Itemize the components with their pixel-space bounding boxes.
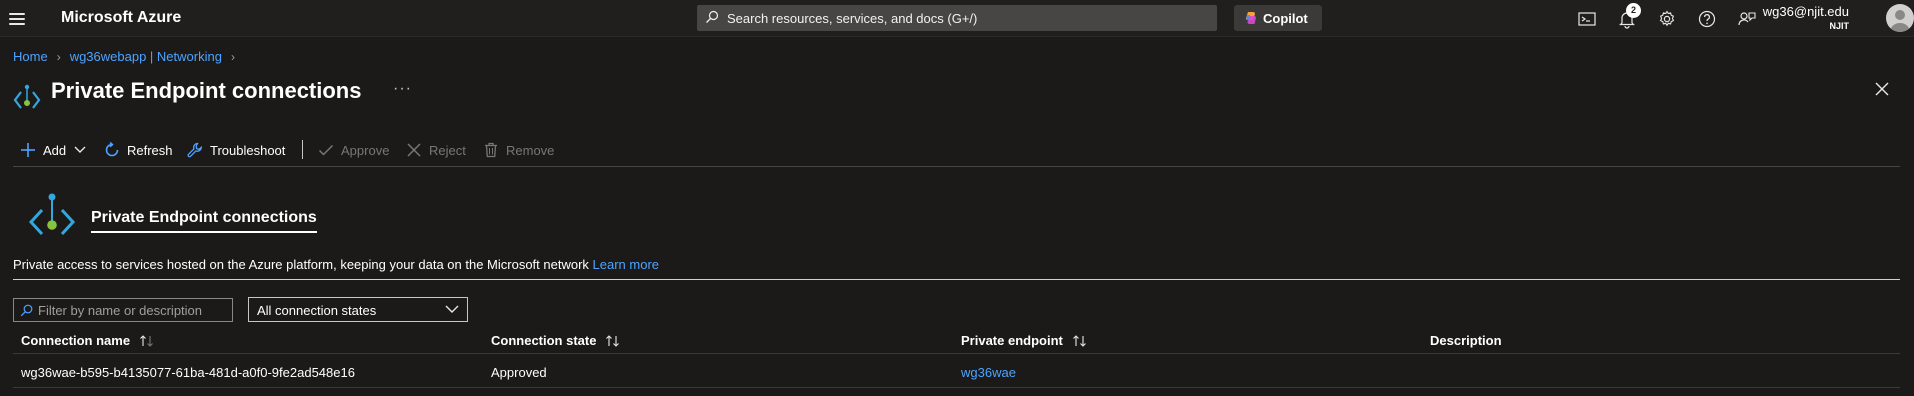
- copilot-button[interactable]: Copilot: [1234, 5, 1322, 31]
- account-menu[interactable]: wg36@njit.edu NJIT: [1763, 4, 1849, 31]
- approve-button[interactable]: Approve: [318, 136, 389, 164]
- sort-icon[interactable]: [1072, 334, 1088, 348]
- description-text: Private access to services hosted on the…: [13, 257, 589, 272]
- chevron-down-icon: [445, 305, 459, 313]
- app-title[interactable]: Microsoft Azure: [61, 9, 181, 27]
- reject-button[interactable]: Reject: [406, 136, 466, 164]
- refresh-button[interactable]: Refresh: [104, 136, 173, 164]
- section-divider: [13, 279, 1900, 280]
- cell-private-endpoint-link[interactable]: wg36wae: [961, 365, 1016, 380]
- table-row[interactable]: wg36wae-b595-b4135077-61ba-481d-a0f0-9fe…: [13, 355, 1900, 388]
- add-button[interactable]: Add: [20, 136, 86, 164]
- more-options-button[interactable]: ···: [393, 80, 412, 98]
- connection-state-dropdown[interactable]: All connection states: [248, 297, 468, 322]
- command-bar-divider: [13, 166, 1900, 167]
- chevron-down-icon: [74, 146, 86, 153]
- table-header: Connection name Connection state Private…: [13, 326, 1900, 354]
- reject-label: Reject: [429, 142, 466, 158]
- menu-icon[interactable]: [8, 10, 26, 26]
- copilot-icon: [1246, 12, 1256, 24]
- notification-count-badge: 2: [1626, 3, 1641, 18]
- approve-label: Approve: [341, 142, 390, 158]
- section-description: Private access to services hosted on the…: [13, 257, 659, 272]
- top-bar: Microsoft Azure Search resources, servic…: [0, 0, 1914, 37]
- troubleshoot-label: Troubleshoot: [210, 142, 286, 158]
- column-label: Connection state: [491, 333, 597, 348]
- breadcrumb-networking[interactable]: wg36webapp | Networking: [70, 49, 222, 64]
- column-label: Connection name: [21, 333, 131, 348]
- add-label: Add: [43, 142, 67, 158]
- account-org: NJIT: [1829, 21, 1849, 31]
- remove-label: Remove: [506, 142, 555, 158]
- sort-icon[interactable]: [139, 334, 155, 348]
- close-icon[interactable]: [1875, 82, 1889, 96]
- column-label: Private endpoint: [961, 333, 1063, 348]
- search-icon: [706, 10, 719, 23]
- cloud-shell-icon[interactable]: [1576, 8, 1598, 30]
- account-email: wg36@njit.edu: [1762, 4, 1849, 19]
- search-icon: [20, 304, 33, 317]
- cell-connection-state: Approved: [491, 365, 547, 380]
- feedback-icon[interactable]: [1736, 8, 1758, 30]
- global-search-placeholder: Search resources, services, and docs (G+…: [727, 11, 978, 26]
- settings-gear-icon[interactable]: [1656, 8, 1678, 30]
- trash-icon: [485, 142, 497, 158]
- section-title: Private Endpoint connections: [91, 209, 317, 233]
- breadcrumb-home[interactable]: Home: [13, 49, 48, 64]
- breadcrumb: Home › wg36webapp | Networking ›: [13, 49, 244, 64]
- connection-state-value: All connection states: [257, 303, 377, 318]
- refresh-icon: [105, 142, 119, 157]
- column-header-connection-state[interactable]: Connection state: [491, 333, 621, 348]
- global-search-input[interactable]: Search resources, services, and docs (G+…: [697, 5, 1217, 31]
- checkmark-icon: [318, 144, 334, 156]
- page-title: Private Endpoint connections: [51, 78, 362, 103]
- plus-icon: [21, 143, 35, 157]
- refresh-label: Refresh: [127, 142, 173, 158]
- learn-more-link[interactable]: Learn more: [593, 257, 659, 272]
- sort-icon[interactable]: [605, 334, 621, 348]
- wrench-icon: [187, 142, 203, 158]
- cell-connection-name: wg36wae-b595-b4135077-61ba-481d-a0f0-9fe…: [21, 365, 355, 380]
- troubleshoot-button[interactable]: Troubleshoot: [187, 136, 285, 164]
- user-avatar-icon: [1890, 10, 1910, 32]
- column-label: Description: [1430, 333, 1502, 348]
- remove-button[interactable]: Remove: [483, 136, 554, 164]
- private-endpoint-large-icon: [28, 193, 76, 236]
- filter-input[interactable]: [38, 302, 228, 318]
- chevron-right-icon: ›: [56, 50, 61, 64]
- close-x-icon: [407, 143, 421, 157]
- column-header-description: Description: [1430, 333, 1502, 348]
- help-icon[interactable]: [1696, 8, 1718, 30]
- column-header-connection-name[interactable]: Connection name: [21, 333, 155, 348]
- chevron-right-icon: ›: [230, 50, 235, 64]
- command-bar: Add Refresh Troubleshoot Approve Reject: [0, 136, 1900, 164]
- private-endpoint-icon: [13, 84, 41, 109]
- toolbar-divider: [302, 140, 303, 159]
- copilot-label: Copilot: [1263, 11, 1308, 26]
- filter-box: [13, 298, 233, 322]
- column-header-private-endpoint[interactable]: Private endpoint: [961, 333, 1088, 348]
- avatar[interactable]: [1886, 4, 1914, 32]
